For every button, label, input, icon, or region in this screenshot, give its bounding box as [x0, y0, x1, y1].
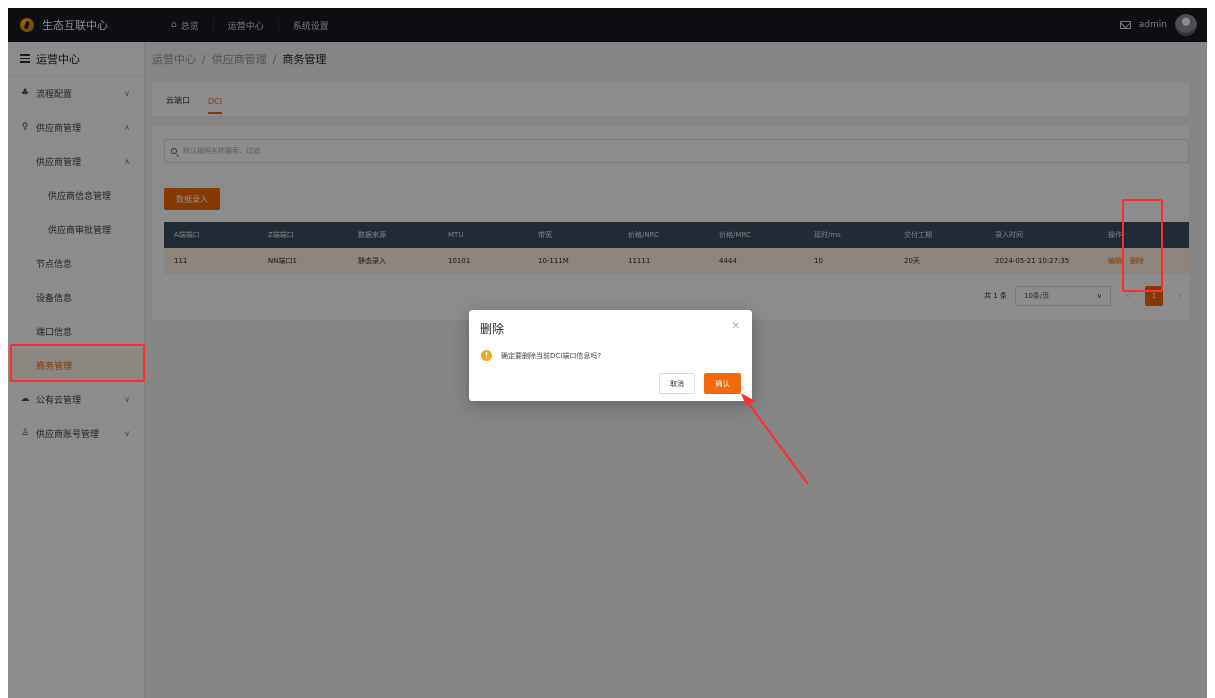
annotation-highlight-actions [1122, 199, 1163, 292]
app-frame: 生态互联中心 ⌂ 总览 运营中心 系统设置 admin 运营中心 ♣ 流程配置 … [8, 8, 1207, 698]
cancel-button[interactable]: 取消 [659, 373, 695, 394]
dialog-message: 确定要删除当前DCI端口信息吗? [501, 352, 602, 360]
confirm-button[interactable]: 确认 [704, 373, 741, 394]
warning-icon: ! [481, 350, 492, 361]
annotation-highlight-sidebar [10, 344, 145, 382]
delete-confirm-dialog: 删除 ✕ ! 确定要删除当前DCI端口信息吗? 取消 确认 [469, 310, 752, 401]
dialog-title: 删除 [480, 322, 505, 336]
close-icon[interactable]: ✕ [732, 321, 740, 332]
